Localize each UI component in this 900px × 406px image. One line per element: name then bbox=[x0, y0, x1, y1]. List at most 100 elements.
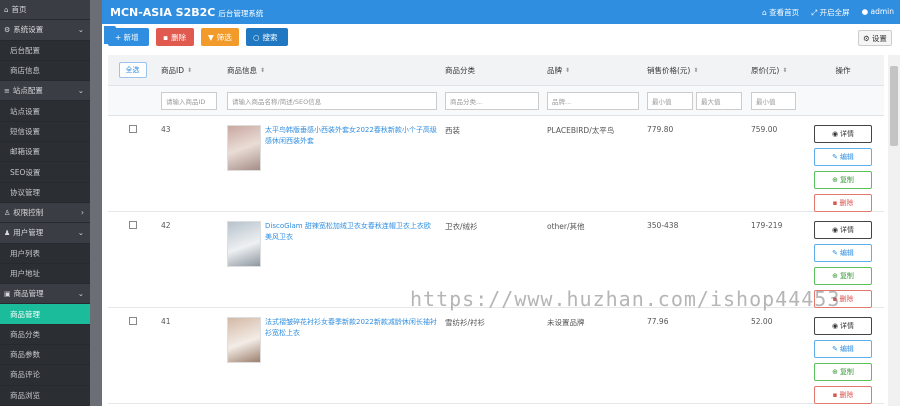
copy-button[interactable]: ⊕ 复制 bbox=[814, 171, 872, 189]
product-title-link[interactable]: 法式褶皱碎花衬衫女春季新款2022新款减龄休闲长袖衬衫宽松上衣 bbox=[265, 317, 437, 339]
sidebar-item-label: 首页 bbox=[11, 5, 27, 15]
header-info[interactable]: 商品信息 ⬍ bbox=[223, 65, 441, 76]
sidebar-item-label: 用户地址 bbox=[10, 269, 40, 278]
detail-button[interactable]: ◉ 详情 bbox=[814, 317, 872, 335]
product-title-link[interactable]: 太平鸟韩版垂感小西装外套女2022春秋新款小个子高级感休闲西装外套 bbox=[265, 125, 437, 147]
expand-icon: ⤢ bbox=[811, 7, 818, 17]
edit-icon: ✎ bbox=[832, 249, 838, 257]
sort-icon: ⬍ bbox=[565, 66, 571, 74]
edit-icon: ✎ bbox=[832, 153, 838, 161]
header-ops: 操作 bbox=[835, 65, 851, 75]
product-brand: PLACEBIRD/太平鸟 bbox=[547, 126, 615, 135]
edit-button[interactable]: ✎ 编辑 bbox=[814, 244, 872, 262]
row-delete-button[interactable]: ▪ 删除 bbox=[814, 386, 872, 404]
sidebar-item-5[interactable]: 站点设置 bbox=[0, 101, 90, 122]
product-title-link[interactable]: DiscoGlam 甜辣宽松加绒卫衣女春秋连帽卫衣上衣欧美风卫衣 bbox=[265, 221, 437, 243]
search-icon: ○ bbox=[253, 32, 260, 42]
sidebar-item-label: 短信设置 bbox=[10, 126, 40, 136]
toolbar: + 新增 ▪ 删除 ▼ 筛选 ○ 搜索 bbox=[108, 28, 288, 46]
id-filter-input[interactable]: 请输入商品ID bbox=[161, 91, 217, 110]
copy-icon: ⊕ bbox=[832, 368, 838, 376]
product-thumbnail[interactable] bbox=[227, 317, 261, 363]
sidebar-item-15[interactable]: 商品管理 bbox=[0, 304, 90, 325]
sidebar-item-7[interactable]: 邮箱设置 bbox=[0, 142, 90, 163]
brand-title: MCN-ASIA S2B2C 后台管理系统 bbox=[110, 5, 264, 19]
add-button[interactable]: + 新增 bbox=[108, 28, 149, 46]
sort-icon: ⬍ bbox=[187, 66, 193, 74]
sidebar-item-1[interactable]: ⚙ 系统设置 ⌄ bbox=[0, 20, 90, 41]
sidebar-item-13[interactable]: 用户地址 bbox=[0, 263, 90, 285]
edit-button[interactable]: ✎ 编辑 bbox=[814, 340, 872, 358]
home-link[interactable]: ⌂ 查看首页 bbox=[762, 7, 799, 18]
trash-icon: ▪ bbox=[163, 32, 169, 42]
sidebar-item-11[interactable]: ♟ 用户管理 ⌄ bbox=[0, 223, 90, 244]
price-min-input[interactable]: 最小值 bbox=[647, 91, 693, 110]
header-brand[interactable]: 品牌 ⬍ bbox=[543, 65, 643, 76]
sidebar-item-8[interactable]: SEO设置 bbox=[0, 162, 90, 183]
sidebar-item-6[interactable]: 短信设置 bbox=[0, 121, 90, 143]
sidebar-item-4[interactable]: ≡ 站点配置 ⌄ bbox=[0, 81, 90, 102]
copy-button[interactable]: ⊕ 复制 bbox=[814, 363, 872, 381]
user-icon: ♙ bbox=[4, 209, 11, 218]
product-price: 350-438 bbox=[647, 221, 679, 230]
sidebar-item-label: 站点配置 bbox=[12, 86, 43, 96]
product-category: 西装 bbox=[445, 126, 460, 135]
edit-button[interactable]: ✎ 编辑 bbox=[814, 148, 872, 166]
header-id[interactable]: 商品ID ⬍ bbox=[157, 65, 223, 76]
user-icon: ● bbox=[861, 6, 869, 16]
sidebar-item-9[interactable]: 协议管理 bbox=[0, 182, 90, 203]
settings-button[interactable]: ⚙ 设置 bbox=[858, 30, 892, 46]
header-category: 商品分类 bbox=[445, 65, 475, 75]
sidebar-item-2[interactable]: 后台配置 bbox=[0, 40, 90, 61]
select-all-button[interactable]: 全选 bbox=[118, 62, 147, 78]
table-scrollbar-thumb[interactable] bbox=[890, 66, 898, 146]
sidebar-item-12[interactable]: 用户列表 bbox=[0, 243, 90, 264]
edit-icon: ✎ bbox=[832, 345, 838, 353]
sidebar-item-19[interactable]: 商品浏览 bbox=[0, 385, 90, 406]
product-id: 42 bbox=[161, 221, 171, 230]
home-icon: ⌂ bbox=[762, 7, 767, 17]
list-icon: ≡ bbox=[4, 87, 10, 96]
product-brand: 未设置品牌 bbox=[547, 318, 585, 327]
sidebar-item-18[interactable]: 商品评论 bbox=[0, 365, 90, 386]
product-thumbnail[interactable] bbox=[227, 221, 261, 267]
product-category: 雪纺衫/衬衫 bbox=[445, 318, 486, 327]
search-button[interactable]: ○ 搜索 bbox=[246, 28, 288, 46]
sidebar-item-3[interactable]: 商店信息 bbox=[0, 60, 90, 82]
info-filter-input[interactable]: 请输入商品名称/简述/SEO信息 bbox=[227, 91, 437, 110]
original-min-input[interactable]: 最小值 bbox=[751, 91, 796, 110]
sidebar-item-14[interactable]: ▣ 商品管理 ⌄ bbox=[0, 284, 90, 305]
brand-filter-select[interactable]: 品牌... bbox=[547, 91, 639, 110]
detail-button[interactable]: ◉ 详情 bbox=[814, 221, 872, 239]
delete-button[interactable]: ▪ 删除 bbox=[156, 28, 194, 46]
sidebar-item-17[interactable]: 商品参数 bbox=[0, 345, 90, 366]
sidebar-item-10[interactable]: ♙ 权限控制 › bbox=[0, 202, 90, 224]
sort-icon: ⬍ bbox=[782, 66, 788, 74]
sidebar-item-label: 商店信息 bbox=[10, 66, 40, 76]
price-max-input[interactable]: 最大值 bbox=[696, 91, 742, 110]
row-checkbox[interactable] bbox=[128, 221, 137, 229]
sidebar-item-16[interactable]: 商品分类 bbox=[0, 324, 90, 346]
copy-button[interactable]: ⊕ 复制 bbox=[814, 267, 872, 285]
sidebar-item-0[interactable]: ⌂ 首页 bbox=[0, 0, 90, 21]
header-price[interactable]: 销售价格(元) ⬍ bbox=[643, 65, 747, 76]
filter-icon: ▼ bbox=[208, 32, 214, 42]
product-original-price: 179-219 bbox=[751, 221, 783, 230]
filter-button[interactable]: ▼ 筛选 bbox=[201, 28, 239, 46]
header-original-price[interactable]: 原价(元) ⬍ bbox=[747, 65, 802, 76]
sidebar-scrollbar[interactable] bbox=[90, 0, 102, 406]
row-checkbox[interactable] bbox=[128, 317, 137, 325]
product-id: 43 bbox=[161, 125, 171, 134]
fullscreen-link[interactable]: ⤢ 开启全屏 bbox=[811, 7, 849, 18]
row-checkbox[interactable] bbox=[128, 125, 137, 133]
sidebar-item-label: 商品管理 bbox=[13, 289, 44, 299]
sidebar-item-label: 权限控制 bbox=[13, 208, 44, 218]
detail-button[interactable]: ◉ 详情 bbox=[814, 125, 872, 143]
home-icon: ⌂ bbox=[4, 6, 9, 15]
eye-icon: ◉ bbox=[831, 322, 839, 330]
user-menu[interactable]: ● admin bbox=[862, 7, 894, 18]
row-delete-button[interactable]: ▪ 删除 bbox=[814, 194, 872, 212]
product-thumbnail[interactable] bbox=[227, 125, 261, 171]
category-filter-select[interactable]: 商品分类... bbox=[445, 91, 539, 110]
box-icon: ▣ bbox=[4, 290, 11, 299]
